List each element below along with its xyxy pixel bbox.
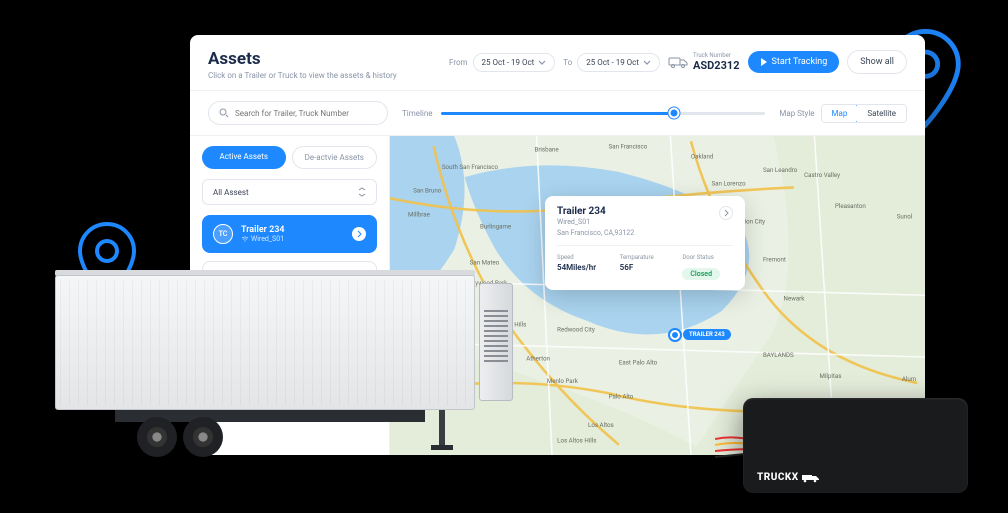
svg-text:San Leandro: San Leandro	[763, 166, 798, 174]
asset-connection: Wired_S01	[241, 235, 344, 243]
from-label: From	[449, 58, 468, 67]
date-to-value: 25 Oct - 19 Oct	[586, 58, 639, 67]
asset-popup: Trailer 234 Wired_S01 San Francisco, CA,…	[545, 196, 745, 290]
truck-number-label: Truck Number	[693, 52, 740, 59]
asset-item[interactable]: TC Trailer 234 Wired_S01	[202, 215, 377, 253]
toolbar: Timeline Map Style Map Satellite	[190, 91, 925, 136]
timeline-thumb[interactable]	[669, 108, 680, 119]
wifi-icon	[241, 236, 249, 242]
start-tracking-label: Start Tracking	[772, 57, 828, 67]
asset-filter-dropdown[interactable]: All Assest	[202, 179, 377, 205]
svg-text:Palo Alto: Palo Alto	[609, 392, 634, 400]
svg-text:South San Francisco: South San Francisco	[442, 163, 499, 171]
mapstyle-map-button[interactable]: Map	[821, 104, 859, 123]
chevron-down-icon	[643, 60, 651, 65]
svg-text:Fremont: Fremont	[763, 256, 786, 264]
svg-text:Oakland: Oakland	[691, 153, 714, 161]
marker-label: TRAILER 243	[683, 329, 731, 340]
asset-type-icon: TC	[213, 224, 233, 244]
temperature-value: 56F	[620, 263, 671, 272]
trailer-illustration	[55, 275, 495, 485]
svg-text:Brisbane: Brisbane	[535, 145, 560, 153]
date-from-picker[interactable]: 25 Oct - 19 Oct	[473, 53, 556, 72]
svg-text:Redwood City: Redwood City	[557, 326, 595, 334]
asset-title: Trailer 234	[241, 225, 344, 235]
svg-text:Millbrae: Millbrae	[408, 210, 431, 218]
door-status-value: Closed	[682, 268, 720, 280]
asset-open-button[interactable]	[352, 227, 366, 241]
svg-text:Burlingame: Burlingame	[480, 223, 512, 231]
svg-text:Los Altos: Los Altos	[588, 421, 614, 429]
mapstyle-label: Map Style	[779, 109, 814, 118]
popup-location: San Francisco, CA,93122	[557, 229, 634, 237]
device-brand: TRUCKX	[757, 472, 799, 483]
mapstyle-satellite-button[interactable]: Satellite	[857, 105, 906, 122]
search-input[interactable]	[235, 109, 377, 118]
chevron-right-icon	[357, 230, 362, 238]
page-title: Assets	[208, 49, 397, 69]
chevron-right-icon	[724, 209, 729, 217]
play-icon	[760, 58, 768, 66]
temperature-label: Temparature	[620, 254, 671, 261]
popup-connection: Wired_S01	[557, 218, 634, 226]
svg-text:Alum: Alum	[902, 375, 916, 383]
svg-text:San Lorenzo: San Lorenzo	[712, 179, 746, 187]
tab-deactive-assets[interactable]: De-actvie Assets	[292, 146, 378, 169]
speed-label: Speed	[557, 254, 608, 261]
truck-logo-icon	[802, 473, 820, 483]
date-to-picker[interactable]: 25 Oct - 19 Oct	[577, 53, 660, 72]
svg-text:Sunol: Sunol	[897, 212, 913, 220]
search-input-wrap[interactable]	[208, 101, 388, 125]
chevron-down-icon	[538, 60, 546, 65]
svg-text:East Palo Alto: East Palo Alto	[619, 358, 658, 366]
svg-text:San Francisco: San Francisco	[609, 142, 648, 150]
marker-dot-icon	[670, 330, 680, 340]
truck-number-badge: Truck Number ASD2312	[668, 49, 740, 75]
start-tracking-button[interactable]: Start Tracking	[748, 51, 840, 73]
search-icon	[219, 108, 229, 118]
svg-text:Pleasanton: Pleasanton	[835, 202, 866, 210]
svg-text:Newark: Newark	[784, 295, 806, 303]
show-all-button[interactable]: Show all	[847, 50, 907, 74]
speed-value: 54Miles/hr	[557, 263, 608, 272]
svg-text:Los Altos Hills: Los Altos Hills	[557, 437, 596, 445]
popup-title: Trailer 234	[557, 206, 634, 217]
header: Assets Click on a Trailer or Truck to vi…	[190, 35, 925, 91]
sort-icon	[358, 187, 366, 197]
popup-expand-button[interactable]	[719, 206, 733, 220]
date-from-value: 25 Oct - 19 Oct	[482, 58, 535, 67]
svg-text:Castro Valley: Castro Valley	[804, 171, 840, 179]
asset-filter-label: All Assest	[213, 188, 249, 197]
timeline-slider[interactable]	[441, 112, 766, 115]
to-label: To	[563, 58, 572, 67]
map-marker[interactable]: TRAILER 243	[670, 329, 731, 340]
svg-text:BAYLANDS: BAYLANDS	[763, 351, 794, 359]
page-subtitle: Click on a Trailer or Truck to view the …	[208, 71, 397, 80]
truck-icon	[668, 54, 688, 70]
svg-text:Milpitas: Milpitas	[820, 372, 842, 380]
tracking-device: TRUCKX	[743, 398, 968, 493]
svg-text:Menlo Park: Menlo Park	[547, 377, 579, 385]
mapstyle-toggle: Map Satellite	[821, 104, 907, 123]
tab-active-assets[interactable]: Active Assets	[202, 146, 286, 169]
door-status-label: Door Status	[682, 254, 733, 261]
svg-text:San Bruno: San Bruno	[413, 187, 442, 195]
svg-text:San Mateo: San Mateo	[470, 259, 500, 267]
svg-text:Atherton: Atherton	[526, 354, 550, 362]
truck-number-value: ASD2312	[693, 59, 740, 72]
timeline-label: Timeline	[402, 109, 433, 118]
